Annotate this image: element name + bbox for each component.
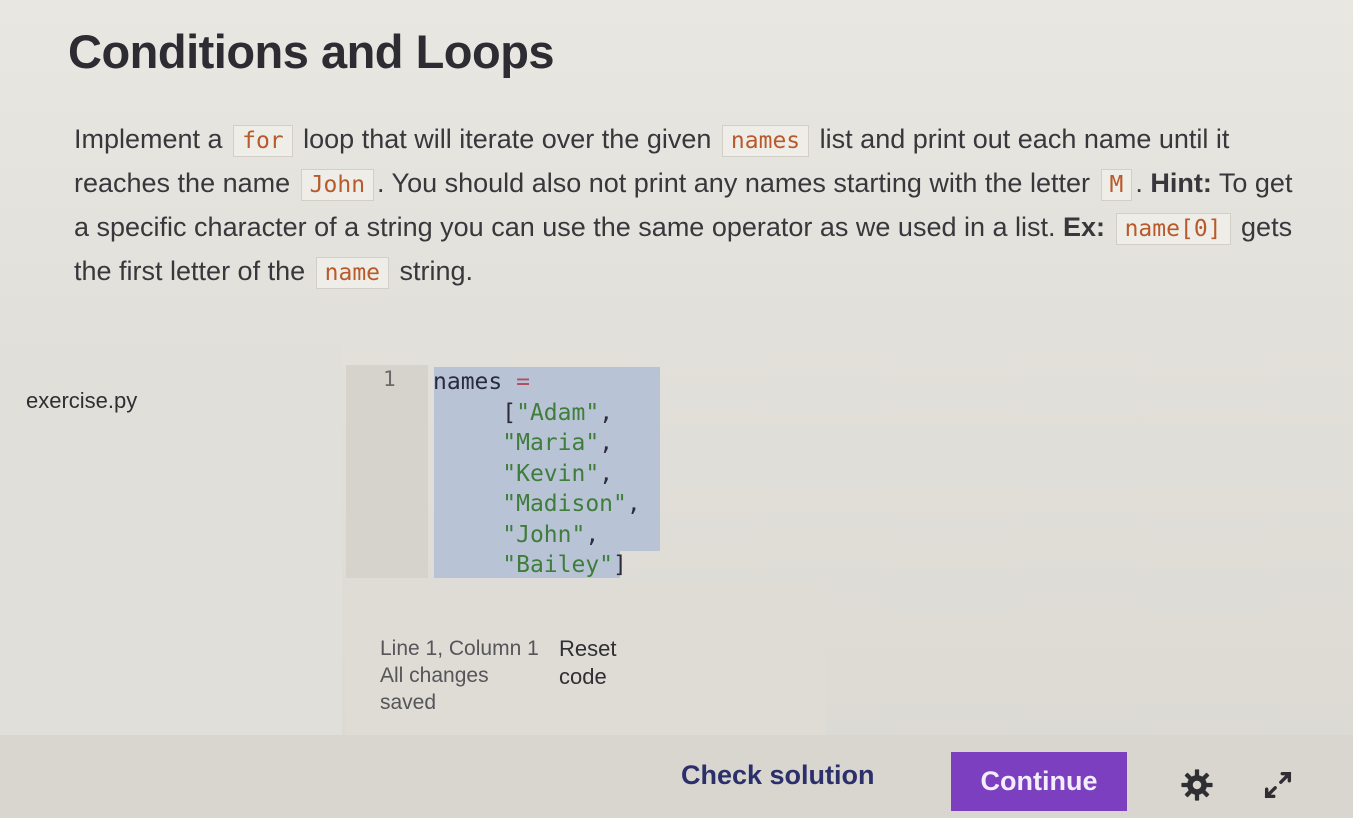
code-token-var: names: [433, 369, 503, 395]
expand-icon[interactable]: [1260, 768, 1296, 802]
code-token-comma: ,: [599, 460, 614, 487]
code-token-string: "John": [502, 521, 586, 548]
page-title: Conditions and Loops: [68, 25, 555, 78]
code-token-comma: ,: [585, 521, 600, 548]
inline-code-names: names: [721, 125, 810, 157]
code-editor[interactable]: names = ["Adam", "Maria", "Kevin", "Madi…: [433, 367, 641, 581]
inline-code-for: for: [233, 125, 293, 157]
code-token-comma: ,: [599, 430, 614, 456]
instructions-text: .: [1135, 168, 1143, 198]
code-token-string: "Madison": [502, 491, 627, 517]
instructions-text: Implement a: [74, 124, 223, 154]
gear-icon[interactable]: [1180, 768, 1214, 802]
instructions: Implement a for loop that will iterate o…: [74, 118, 1314, 294]
line-number: 1: [383, 367, 396, 391]
continue-button[interactable]: Continue: [951, 752, 1127, 811]
code-token-string: "Maria": [502, 430, 600, 456]
instructions-text: string.: [399, 256, 474, 286]
example-label: Ex:: [1063, 212, 1106, 242]
code-token-string: "Adam": [516, 399, 600, 426]
inline-code-name-index: name[0]: [1115, 213, 1231, 245]
instructions-text: . You should also not print any names st…: [377, 168, 1090, 198]
check-solution-button[interactable]: Check solution: [681, 760, 875, 791]
code-token-op: =: [516, 369, 530, 395]
instructions-text: loop that will iterate over the given: [303, 124, 712, 154]
reset-code-button[interactable]: Reset code: [559, 635, 649, 691]
file-tab-exercise[interactable]: exercise.py: [26, 388, 137, 414]
exercise-page: Conditions and Loops Implement a for loo…: [0, 0, 1353, 818]
action-bar: [0, 735, 1353, 818]
code-token-bracket: ]: [613, 552, 627, 578]
editor-status: Line 1, Column 1 All changes saved: [380, 637, 539, 714]
code-token-comma: ,: [599, 399, 614, 426]
hint-label: Hint:: [1150, 168, 1212, 198]
code-token-string: "Bailey": [502, 552, 614, 578]
code-token-comma: ,: [626, 491, 641, 517]
inline-code-name: name: [315, 257, 390, 289]
code-token-string: "Kevin": [502, 460, 600, 487]
code-token-bracket: [: [502, 399, 517, 426]
inline-code-m: M: [1100, 169, 1133, 201]
editor-gutter: [346, 365, 428, 578]
inline-code-john: John: [300, 169, 375, 201]
